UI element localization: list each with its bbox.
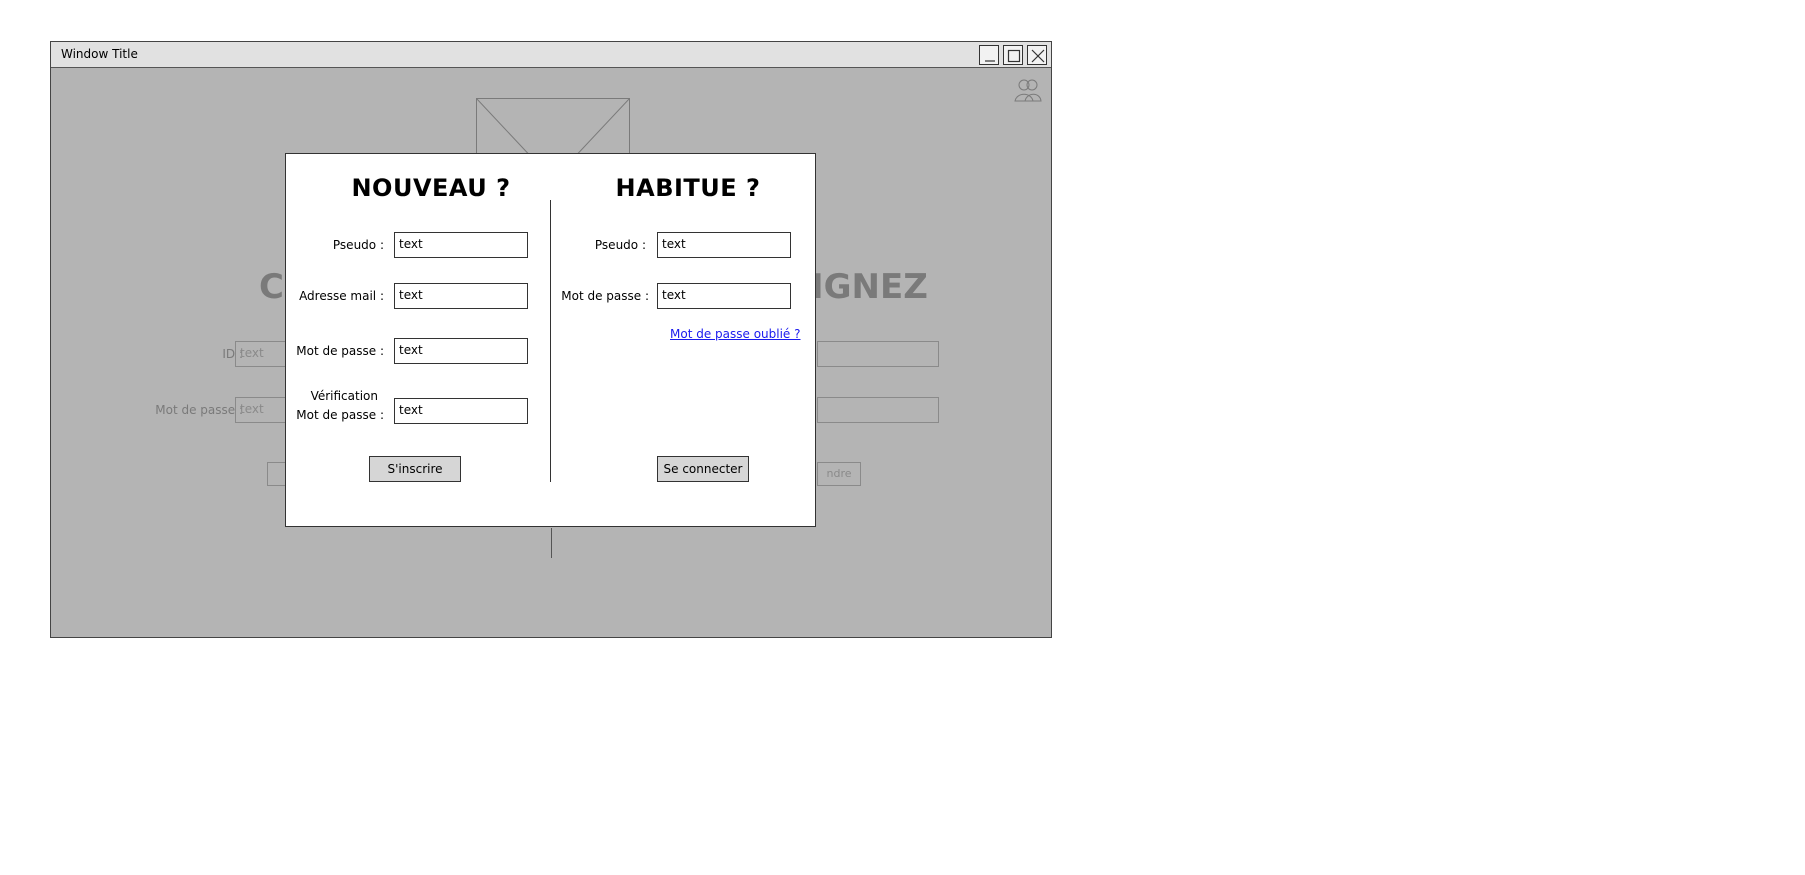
- section-divider: [550, 200, 551, 482]
- register-email-input[interactable]: text: [394, 283, 528, 309]
- background-id-input-right: [817, 341, 939, 367]
- register-password-label: Mot de passe :: [296, 344, 384, 358]
- background-heading-right: IGNEZ: [811, 267, 928, 307]
- register-password-input[interactable]: text: [394, 338, 528, 364]
- login-pseudo-label: Pseudo :: [594, 238, 646, 252]
- maximize-icon: [1007, 49, 1021, 63]
- register-pseudo-input[interactable]: text: [394, 232, 528, 258]
- login-password-label: Mot de passe :: [561, 289, 649, 303]
- login-password-input[interactable]: text: [657, 283, 791, 309]
- close-icon: [1031, 49, 1045, 63]
- register-email-label: Adresse mail :: [299, 289, 384, 303]
- background-id-label: ID :: [222, 347, 243, 361]
- background-id-input: text: [235, 341, 287, 367]
- register-button[interactable]: S'inscrire: [369, 456, 461, 482]
- register-pseudo-label: Pseudo :: [332, 238, 384, 252]
- background-password-label: Mot de passe :: [155, 403, 243, 417]
- register-verify-label-line2: Mot de passe :: [296, 408, 384, 422]
- register-verify-label-line1: Vérification: [310, 389, 378, 403]
- background-password-input-right: [817, 397, 939, 423]
- forgot-password-link[interactable]: Mot de passe oublié ?: [670, 327, 801, 341]
- title-bar: Window Title: [51, 42, 1051, 68]
- login-heading: HABITUE ?: [615, 174, 761, 202]
- background-button-right: ndre: [817, 462, 861, 486]
- background-divider: [551, 528, 552, 558]
- maximize-button[interactable]: [1003, 45, 1023, 65]
- login-button[interactable]: Se connecter: [657, 456, 749, 482]
- login-pseudo-input[interactable]: text: [657, 232, 791, 258]
- register-heading: NOUVEAU ?: [351, 174, 511, 202]
- window-title: Window Title: [61, 47, 138, 61]
- close-button[interactable]: [1027, 45, 1047, 65]
- users-icon[interactable]: [1013, 74, 1043, 104]
- auth-dialog: NOUVEAU ? HABITUE ? Pseudo : text Adress…: [285, 153, 816, 527]
- background-password-input: text: [235, 397, 287, 423]
- register-verify-password-input[interactable]: text: [394, 398, 528, 424]
- minimize-icon: [985, 60, 995, 62]
- minimize-button[interactable]: [979, 45, 999, 65]
- background-button-left: [267, 462, 287, 486]
